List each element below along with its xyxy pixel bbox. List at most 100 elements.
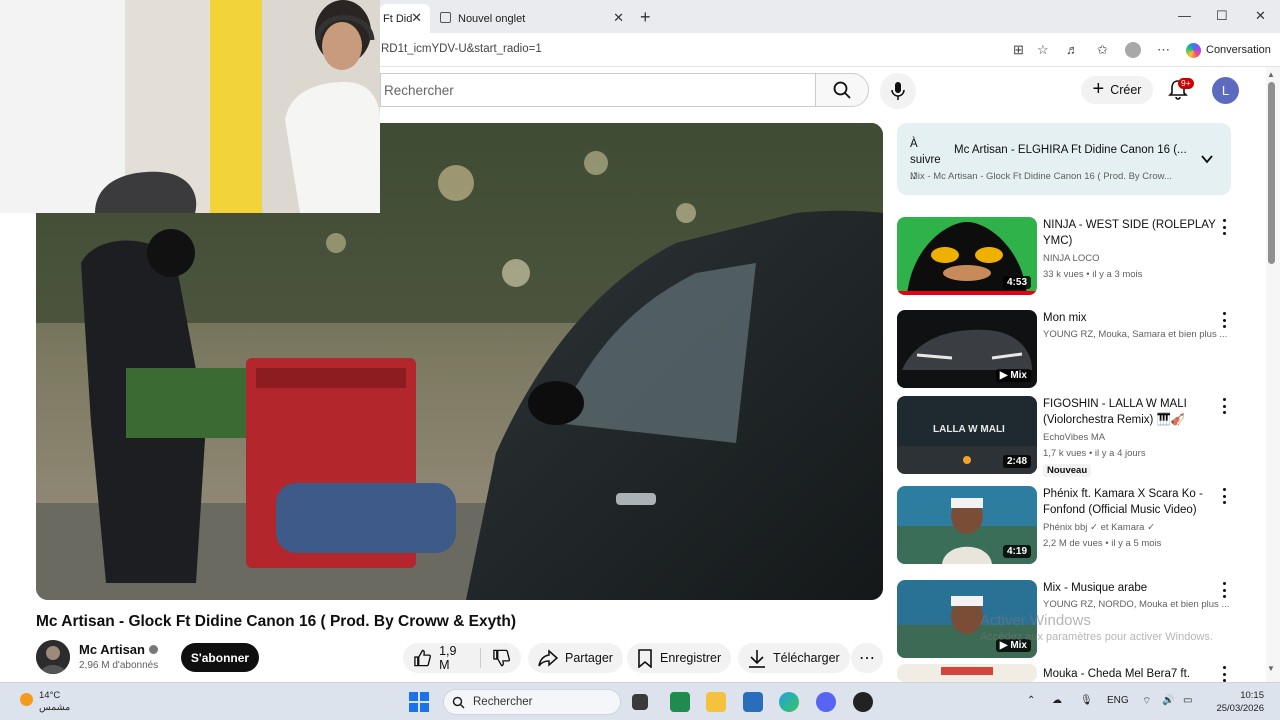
more-options-icon[interactable] xyxy=(1220,219,1228,235)
more-options-icon[interactable] xyxy=(1220,312,1228,328)
video-thumbnail[interactable]: LALLA W MALI 2:48 xyxy=(897,396,1037,474)
tab-active[interactable]: Ft Did ✕ xyxy=(380,4,430,33)
volume-icon[interactable]: 🔊 xyxy=(1162,695,1174,706)
video-title[interactable]: Phénix ft. Kamara X Scara Ko - Fonfond (… xyxy=(1043,486,1218,518)
favorite-star-icon[interactable]: ☆ xyxy=(1037,42,1049,58)
more-options-icon[interactable] xyxy=(1220,666,1228,682)
download-label: Télécharger xyxy=(773,651,840,665)
search-placeholder: Rechercher xyxy=(384,83,454,98)
more-actions-icon[interactable]: ⋯ xyxy=(851,643,883,673)
read-aloud-icon[interactable]: ♬ xyxy=(1066,42,1079,57)
url-field[interactable]: RD1t_icmYDV-U&start_radio=1 xyxy=(381,43,542,55)
more-options-icon[interactable] xyxy=(1220,398,1228,414)
app-icon[interactable] xyxy=(670,692,690,712)
scrollbar-thumb[interactable] xyxy=(1268,82,1275,264)
video-title[interactable]: Mix - Musique arabe xyxy=(1043,580,1218,596)
list-item[interactable]: ▶ Mix Mon mix YOUNG RZ, Mouka, Samara et… xyxy=(897,310,1237,390)
channel-name-row[interactable]: Mc Artisan xyxy=(79,642,158,657)
battery-icon[interactable]: ▭ xyxy=(1183,695,1192,706)
time: 10:15 xyxy=(1240,690,1264,701)
divider xyxy=(479,648,481,668)
account-avatar[interactable]: L xyxy=(1212,77,1239,104)
channel-name[interactable]: Mc Artisan xyxy=(79,642,145,657)
task-view-icon[interactable] xyxy=(632,694,648,710)
maximize-icon[interactable]: ☐ xyxy=(1216,8,1228,24)
profile-icon[interactable] xyxy=(1125,42,1141,58)
chevron-down-icon[interactable] xyxy=(1200,152,1214,166)
share-button[interactable]: Partager xyxy=(528,643,623,673)
channel-name[interactable]: EchoVibes MA xyxy=(1043,432,1233,443)
chevron-up-icon[interactable]: ⌃ xyxy=(1027,695,1035,706)
copilot-conversation-button[interactable]: Conversation xyxy=(1186,41,1271,59)
start-button[interactable] xyxy=(409,692,429,712)
download-icon xyxy=(749,649,765,668)
favorites-icon[interactable]: ✩ xyxy=(1097,42,1108,58)
discord-icon[interactable] xyxy=(816,692,836,712)
video-thumbnail[interactable]: 4:53 xyxy=(897,217,1037,295)
app-icon[interactable] xyxy=(853,692,873,712)
close-tab-icon[interactable]: ✕ xyxy=(613,10,624,26)
edge-browser-icon[interactable] xyxy=(779,692,799,712)
wifi-icon[interactable]: ⌔ xyxy=(1142,695,1151,708)
more-options-icon[interactable] xyxy=(1220,488,1228,504)
language-indicator[interactable]: ENG xyxy=(1107,695,1129,706)
cloud-icon[interactable]: ☁ xyxy=(1052,695,1062,706)
channel-name[interactable]: NINJA LOCO xyxy=(1043,253,1233,264)
channel-name[interactable]: Phénix bbj ✓ et Kamara ✓ xyxy=(1043,522,1233,533)
video-thumbnail[interactable]: 4:19 xyxy=(897,486,1037,564)
dislike-icon[interactable] xyxy=(492,648,511,668)
scroll-down-arrow-icon[interactable]: ▼ xyxy=(1267,664,1275,673)
tab-label: Ft Did xyxy=(383,12,413,25)
like-count[interactable]: 1,9 M xyxy=(439,644,469,672)
video-title[interactable]: Mon mix xyxy=(1043,310,1218,326)
subscriber-count: 2,96 M d'abonnés xyxy=(79,660,159,671)
channel-name[interactable]: YOUNG RZ, NORDO, Mouka et bien plus ... xyxy=(1043,599,1233,610)
microphone-icon[interactable]: 🎙 xyxy=(1080,695,1093,706)
save-button[interactable]: Enregistrer xyxy=(627,643,732,673)
up-next-panel[interactable]: À suivre :: Mc Artisan - ELGHIRA Ft Didi… xyxy=(897,123,1231,195)
close-tab-icon[interactable]: ✕ xyxy=(411,10,422,26)
video-title[interactable]: NINJA - WEST SIDE (ROLEPLAY YMC) xyxy=(1043,217,1218,249)
taskbar-search[interactable]: Rechercher xyxy=(443,689,621,715)
search-icon xyxy=(833,81,851,99)
video-title[interactable]: Mouka - Cheda Mel Bera7 ft. xyxy=(1043,666,1218,682)
search-input[interactable]: Rechercher xyxy=(380,73,816,107)
create-button[interactable]: + Créer xyxy=(1081,76,1153,104)
windows-taskbar: 14°C مشمس Rechercher ⌃ ☁ 🎙 ENG ⌔ 🔊 ▭ 10:… xyxy=(0,682,1280,720)
microphone-icon xyxy=(891,82,905,100)
duration-badge: 4:53 xyxy=(1002,276,1031,289)
more-menu-icon[interactable]: ⋯ xyxy=(1157,42,1170,58)
new-tab-button[interactable]: + xyxy=(640,7,651,28)
search-button[interactable] xyxy=(815,73,869,107)
more-options-icon[interactable] xyxy=(1220,582,1228,598)
up-next-title[interactable]: Mc Artisan - ELGHIRA Ft Didine Canon 16 … xyxy=(954,144,1187,156)
list-item[interactable]: Mouka - Cheda Mel Bera7 ft. xyxy=(897,664,1237,682)
duration-badge: 2:48 xyxy=(1002,455,1031,468)
voice-search-button[interactable] xyxy=(880,73,916,109)
watermark-subtitle: Accédez aux paramètres pour activer Wind… xyxy=(980,631,1213,643)
video-title[interactable]: FIGOSHIN - LALLA W MALI (Violorchestra R… xyxy=(1043,396,1218,428)
download-button[interactable]: Télécharger xyxy=(738,643,850,673)
video-thumbnail[interactable]: ▶ Mix xyxy=(897,310,1037,388)
channel-avatar[interactable] xyxy=(36,640,70,674)
list-item[interactable]: 4:19 Phénix ft. Kamara X Scara Ko - Fonf… xyxy=(897,486,1237,566)
subscribe-button[interactable]: S'abonner xyxy=(181,643,259,672)
weather-widget[interactable]: 14°C مشمس xyxy=(20,690,70,714)
app-available-icon[interactable]: ⊞ xyxy=(1013,42,1024,58)
webcam-image xyxy=(0,0,380,213)
file-explorer-icon[interactable] xyxy=(706,692,726,712)
list-item[interactable]: LALLA W MALI 2:48 FIGOSHIN - LALLA W MAL… xyxy=(897,396,1237,480)
channel-name[interactable]: YOUNG RZ, Mouka, Samara et bien plus ... xyxy=(1043,329,1233,340)
video-title: Mc Artisan - Glock Ft Didine Canon 16 ( … xyxy=(36,613,516,630)
video-meta: 33 k vues • il y a 3 mois xyxy=(1043,269,1143,280)
create-label: Créer xyxy=(1110,83,1142,97)
list-item[interactable]: 4:53 NINJA - WEST SIDE (ROLEPLAY YMC) NI… xyxy=(897,217,1237,297)
tab-new-tab[interactable]: Nouvel onglet ✕ xyxy=(432,4,632,33)
like-icon[interactable] xyxy=(413,648,432,668)
video-thumbnail[interactable] xyxy=(897,664,1037,682)
minimize-icon[interactable]: — xyxy=(1178,8,1191,23)
microsoft-store-icon[interactable] xyxy=(743,692,763,712)
system-clock[interactable]: 10:15 25/03/2026 xyxy=(1210,689,1264,715)
close-icon[interactable]: ✕ xyxy=(1255,8,1266,24)
scroll-up-arrow-icon[interactable]: ▲ xyxy=(1267,70,1275,79)
